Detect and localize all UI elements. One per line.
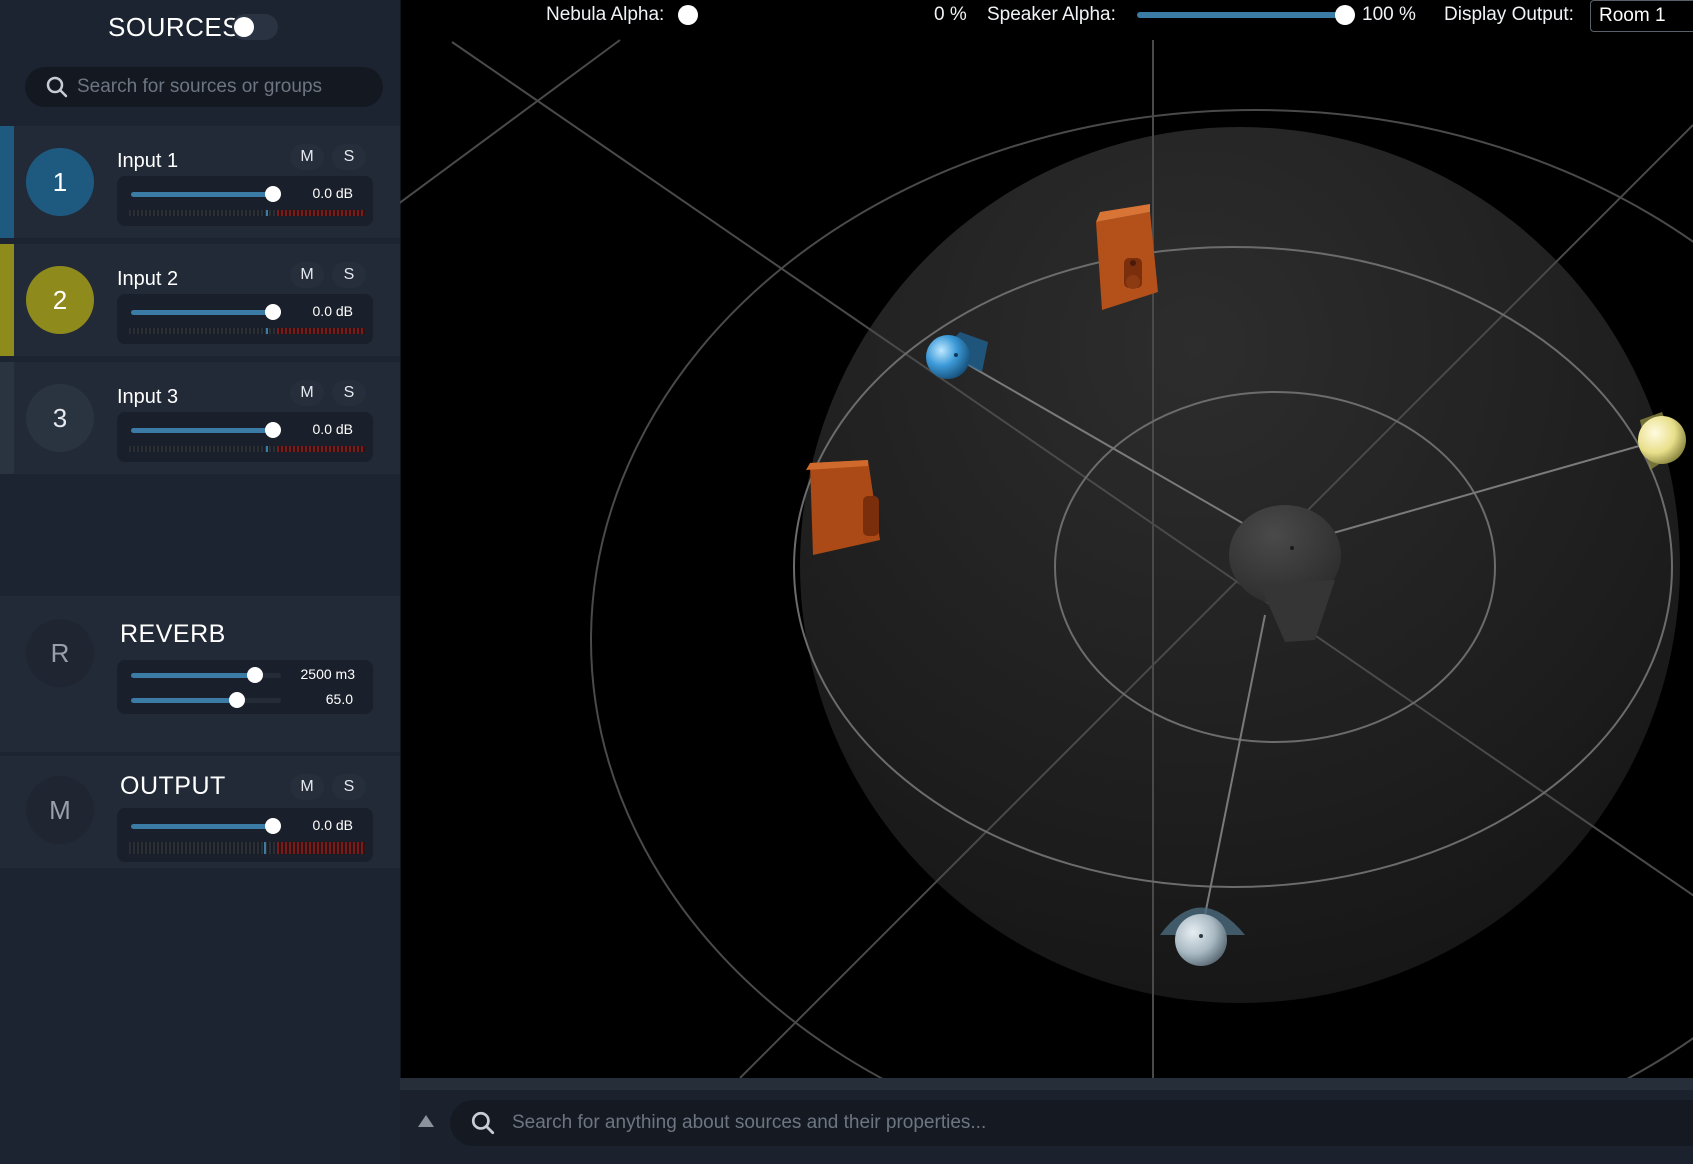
- output-solo-button[interactable]: S: [332, 774, 366, 800]
- source-name: Input 1: [117, 150, 179, 172]
- reverb-controls: 2500 m3 65.0: [117, 660, 373, 714]
- sidebar-header: SOURCES: [0, 0, 400, 58]
- gain-control: 0.0 dB: [117, 412, 373, 462]
- solo-button[interactable]: S: [332, 262, 366, 288]
- display-output-label: Display Output:: [1444, 4, 1574, 25]
- reverb-row: R REVERB 2500 m3 65.0: [0, 596, 400, 752]
- mute-button[interactable]: M: [290, 144, 324, 170]
- solo-button[interactable]: S: [332, 144, 366, 170]
- search-icon: [471, 1111, 495, 1135]
- source-row-input-3[interactable]: 3 Input 3 M S 0.0 dB: [0, 362, 400, 474]
- source-color-bar: [0, 244, 14, 356]
- source-search-box: [25, 67, 383, 107]
- meter-peak-zone: [277, 210, 365, 216]
- meter-marker: [266, 210, 268, 216]
- source-number-badge[interactable]: 2: [26, 266, 94, 334]
- output-gain-value: 0.0 dB: [312, 817, 353, 833]
- source-row-input-2[interactable]: 2 Input 2 M S 0.0 dB: [0, 244, 400, 356]
- reverb-fill: [131, 698, 237, 703]
- output-gain-control: 0.0 dB: [117, 808, 373, 862]
- toggle-knob: [234, 17, 254, 37]
- speaker-alpha-slider[interactable]: [1137, 5, 1355, 25]
- gain-control: 0.0 dB: [117, 294, 373, 344]
- speaker-left[interactable]: [806, 460, 880, 555]
- speaker-front[interactable]: [1096, 204, 1158, 310]
- nebula-alpha-value: 0 %: [934, 4, 967, 25]
- gain-slider[interactable]: [131, 186, 281, 202]
- output-gain-fill: [131, 824, 273, 829]
- room-volume-slider[interactable]: [131, 667, 281, 683]
- reverb-label: REVERB: [120, 620, 226, 648]
- scene-canvas[interactable]: [400, 0, 1693, 1078]
- source-name: Input 2: [117, 268, 179, 290]
- sidebar-title: SOURCES: [108, 12, 241, 42]
- source-number-badge[interactable]: 3: [26, 384, 94, 452]
- nebula-alpha-label: Nebula Alpha:: [546, 4, 665, 25]
- display-output-select[interactable]: Room 1: [1590, 0, 1693, 32]
- reverb-value: 65.0: [325, 691, 353, 707]
- meter-peak-zone: [277, 328, 365, 334]
- level-meter: [129, 210, 365, 216]
- output-label: OUTPUT: [120, 772, 226, 800]
- gain-control: 0.0 dB: [117, 176, 373, 226]
- room-volume-thumb[interactable]: [247, 667, 263, 683]
- meter-marker: [264, 842, 266, 854]
- property-search-box: [450, 1100, 1693, 1146]
- gain-slider-fill: [131, 428, 273, 433]
- sources-sidebar: SOURCES 1 Input 1 M S 0.0 dB 2 Input 2 M…: [0, 0, 401, 1164]
- output-mute-button[interactable]: M: [290, 774, 324, 800]
- gain-value: 0.0 dB: [312, 421, 353, 437]
- mute-button[interactable]: M: [290, 262, 324, 288]
- gain-slider-fill: [131, 310, 273, 315]
- gain-value: 0.0 dB: [312, 303, 353, 319]
- meter-marker: [266, 328, 268, 334]
- gain-slider[interactable]: [131, 422, 281, 438]
- meter-peak-zone: [277, 842, 365, 854]
- reverb-slider[interactable]: [131, 692, 281, 708]
- meter-peak-zone: [277, 446, 365, 452]
- output-row: M OUTPUT M S 0.0 dB: [0, 756, 400, 868]
- 3d-scene-viewport[interactable]: [400, 0, 1693, 1078]
- source-color-bar: [0, 362, 14, 474]
- property-search-bar: [400, 1078, 1693, 1164]
- solo-button[interactable]: S: [332, 380, 366, 406]
- speaker-alpha-slider-thumb[interactable]: [1335, 5, 1355, 25]
- nebula-alpha-slider-thumb[interactable]: [678, 5, 698, 25]
- sources-toggle[interactable]: [232, 14, 278, 40]
- reverb-thumb[interactable]: [229, 692, 245, 708]
- speaker-alpha-value: 100 %: [1362, 4, 1416, 25]
- panel-divider[interactable]: [400, 1078, 1693, 1090]
- source-search-input[interactable]: [75, 68, 383, 106]
- search-icon: [46, 76, 68, 98]
- output-level-meter: [129, 842, 365, 854]
- level-meter: [129, 446, 365, 452]
- mute-button[interactable]: M: [290, 380, 324, 406]
- source-number-badge[interactable]: 1: [26, 148, 94, 216]
- expand-panel-icon[interactable]: [417, 1114, 435, 1128]
- property-search-input[interactable]: [510, 1102, 1693, 1144]
- gain-slider[interactable]: [131, 304, 281, 320]
- output-gain-slider[interactable]: [131, 818, 281, 834]
- room-volume-value: 2500 m3: [300, 666, 355, 682]
- output-badge[interactable]: M: [26, 776, 94, 844]
- level-meter: [129, 328, 365, 334]
- source-color-bar: [0, 126, 14, 238]
- reverb-badge[interactable]: R: [26, 619, 94, 687]
- gain-value: 0.0 dB: [312, 185, 353, 201]
- gain-slider-fill: [131, 192, 273, 197]
- view-toolbar: Nebula Alpha: 0 % Speaker Alpha: 100 % D…: [400, 0, 1693, 32]
- speaker-alpha-label: Speaker Alpha:: [987, 4, 1116, 25]
- source-name: Input 3: [117, 386, 179, 408]
- meter-marker: [266, 446, 268, 452]
- source-row-input-1[interactable]: 1 Input 1 M S 0.0 dB: [0, 126, 400, 238]
- room-volume-fill: [131, 673, 255, 678]
